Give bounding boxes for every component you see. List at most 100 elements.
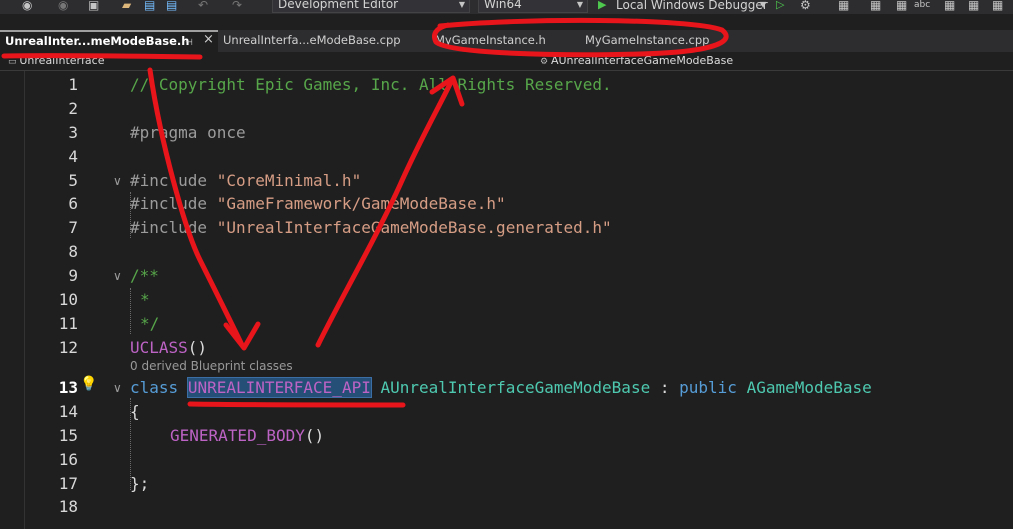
class-name: AUnrealInterfaceGameModeBase [380,378,651,397]
parens: () [187,338,208,357]
fold-toggle-icon[interactable]: ∨ [113,381,122,395]
fold-toggle-icon[interactable]: ∨ [113,269,122,283]
pin-icon[interactable]: ⊣ [185,34,193,52]
code-line-9[interactable]: /** [130,266,159,285]
line-number: 2 [68,99,78,118]
debugger-button[interactable]: Local Windows Debugger [616,0,768,12]
code-line-14[interactable]: { [130,402,140,421]
annotation-api-underline [187,401,406,408]
code-line-7[interactable]: #include "UnrealInterfaceGameModeBase.ge… [130,218,612,237]
line-number: 10 [58,290,78,309]
tab-unrealinterface-gamemodebase-h[interactable]: UnrealInter...meModeBase.h ⊣ × [0,30,218,52]
tab-mygameinstance-cpp[interactable]: MyGameInstance.cpp [580,30,720,52]
line-number: 6 [68,194,78,213]
comment: /** [130,266,159,285]
close-icon[interactable]: × [203,31,214,49]
undo-icon[interactable]: ↶ [198,0,208,12]
code-line-13[interactable]: class UNREALINTERFACE_API AUnrealInterfa… [130,377,872,398]
code-line-3[interactable]: #pragma once [130,123,246,142]
scope-dropdown[interactable]: ⚙ AUnrealInterfaceGameModeBase [540,54,733,67]
include-path: "CoreMinimal.h" [216,171,362,190]
redo-icon[interactable]: ↷ [232,0,242,12]
indent-guide [130,288,131,334]
document-tab-bar: UnrealInter...meModeBase.h ⊣ × UnrealInt… [0,30,1013,52]
toolbar-icon[interactable]: ▦ [838,0,849,12]
forward-icon[interactable]: ◉ [58,0,68,12]
save-all-icon[interactable]: ▤ [166,0,177,12]
line-number: 5 [68,171,78,190]
toolbar-icon[interactable]: ▦ [992,0,1003,12]
include-keyword: #include [130,171,208,190]
toolbar-icon[interactable]: ▦ [896,0,907,12]
line-number: 1 [68,75,78,94]
lightbulb-icon[interactable]: 💡 [80,376,97,392]
fold-toggle-icon[interactable]: ∨ [113,174,122,188]
api-macro-selected[interactable]: UNREALINTERFACE_API [186,377,372,398]
spellcheck-icon[interactable]: abc [914,0,930,12]
public-keyword: public [679,378,737,397]
scope-label: AUnrealInterfaceGameModeBase [550,54,734,67]
toolbar-icon[interactable]: ▦ [870,0,881,12]
line-number: 18 [58,497,78,516]
line-number: 15 [58,426,78,445]
comment: */ [140,314,160,333]
tab-label: UnrealInter...meModeBase.h [5,34,190,48]
toolbar-icon[interactable]: ▦ [968,0,979,12]
code-line-6[interactable]: #include "GameFramework/GameModeBase.h" [130,194,506,213]
include-path: "GameFramework/GameModeBase.h" [216,194,506,213]
pragma-directive: #pragma once [130,123,246,142]
tab-label: MyGameInstance.h [435,33,546,47]
include-keyword: #include [130,218,208,237]
hot-reload-icon[interactable]: ⚙ [800,0,811,12]
code-line-11[interactable]: */ [140,314,159,333]
configuration-value: Development Editor [278,0,399,11]
back-icon[interactable]: ◉ [22,0,32,12]
close-brace: }; [130,474,150,493]
line-number: 11 [58,314,78,333]
save-icon[interactable]: ▤ [144,0,155,12]
include-keyword: #include [130,194,208,213]
code-line-17[interactable]: }; [130,474,149,493]
codelens-blueprint-classes[interactable]: 0 derived Blueprint classes [130,359,293,373]
include-path: "UnrealInterfaceGameModeBase.generated.h… [216,218,612,237]
tab-unrealinterface-gamemodebase-cpp[interactable]: UnrealInterfa...eModeBase.cpp [218,30,428,52]
code-line-1[interactable]: // Copyright Epic Games, Inc. All Rights… [130,75,612,94]
comment: * [140,290,150,309]
platform-value: Win64 [484,0,522,11]
uclass-macro: UCLASS [130,338,188,357]
toolbar-icon[interactable]: ▦ [944,0,955,12]
base-class-name: AGameModeBase [746,378,872,397]
line-number: 14 [58,402,78,421]
line-number: 9 [68,266,78,285]
line-number: 17 [58,474,78,493]
project-dropdown[interactable]: ▭ UnrealInterface [8,54,105,67]
new-project-icon[interactable]: ▣ [88,0,99,12]
parens: () [304,426,325,445]
start-without-debugging-icon[interactable]: ▷ [776,0,784,11]
project-icon: ▭ [8,57,20,67]
chevron-down-icon[interactable]: ▼ [760,0,766,12]
code-line-15[interactable]: GENERATED_BODY() [170,426,324,445]
annotation-arrowhead-down [223,321,261,351]
platform-dropdown[interactable]: Win64 ▼ [478,0,588,13]
open-brace: { [130,402,140,421]
class-keyword: class [130,378,179,397]
line-number: 16 [58,450,78,469]
open-folder-icon[interactable]: ▰ [122,0,131,12]
line-number-current: 13 [58,378,78,397]
line-number: 8 [68,242,78,261]
configuration-dropdown[interactable]: Development Editor ▼ [272,0,470,13]
colon: : [659,378,670,397]
main-toolbar: ◉ ◉ ▣ ▰ ▤ ▤ ↶ ↷ Development Editor ▼ Win… [0,0,1013,14]
tab-mygameinstance-h[interactable]: MyGameInstance.h [430,30,578,52]
generated-body-macro: GENERATED_BODY [170,426,305,445]
code-line-10[interactable]: * [140,290,150,309]
code-line-12[interactable]: UCLASS() [130,338,207,357]
chevron-down-icon: ▼ [576,0,583,9]
code-line-5[interactable]: #include "CoreMinimal.h" [130,171,361,190]
gutter-divider [24,71,25,529]
line-number: 3 [68,123,78,142]
line-number: 12 [58,338,78,357]
project-label: UnrealInterface [19,54,105,67]
play-icon[interactable]: ▶ [598,0,606,11]
